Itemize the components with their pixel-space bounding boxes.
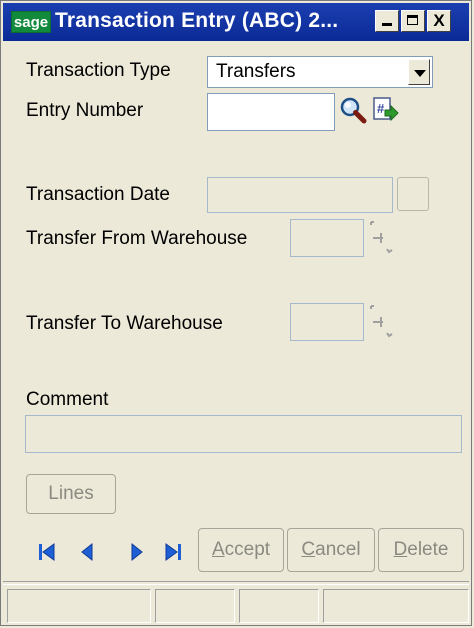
- transaction-entry-window: sage Transaction Entry (ABC) 2... X Tran…: [0, 0, 472, 626]
- maximize-button[interactable]: [401, 10, 425, 32]
- from-warehouse-field[interactable]: [290, 219, 364, 257]
- cancel-rest: ancel: [315, 539, 361, 560]
- lines-button[interactable]: Lines: [26, 474, 116, 514]
- comment-label: Comment: [26, 389, 109, 410]
- window-title: Transaction Entry (ABC) 2...: [55, 9, 339, 32]
- comment-field[interactable]: [25, 415, 462, 453]
- next-number-icon[interactable]: #: [371, 96, 399, 124]
- delete-rest: elete: [407, 539, 449, 560]
- cancel-hotkey: C: [301, 539, 316, 560]
- calendar-button-icon[interactable]: [397, 177, 429, 211]
- next-record-icon[interactable]: [125, 541, 149, 563]
- transaction-type-select[interactable]: Transfers: [207, 56, 433, 88]
- status-panel: [239, 589, 319, 623]
- minimize-button[interactable]: [375, 10, 399, 32]
- lookup-icon[interactable]: [367, 303, 397, 341]
- transaction-type-value: Transfers: [216, 61, 296, 82]
- close-icon: X: [433, 11, 445, 30]
- sage-logo: sage: [11, 11, 51, 33]
- entry-number-label: Entry Number: [26, 100, 144, 121]
- svg-text:#: #: [377, 101, 385, 116]
- status-panel: [155, 589, 235, 623]
- delete-button[interactable]: Delete: [378, 528, 464, 572]
- cancel-button[interactable]: Cancel: [287, 528, 375, 572]
- entry-number-field[interactable]: [207, 93, 335, 131]
- chevron-down-icon[interactable]: [408, 59, 430, 85]
- status-panel: [7, 589, 151, 623]
- to-warehouse-label: Transfer To Warehouse: [26, 313, 223, 334]
- accept-hotkey: A: [211, 539, 225, 560]
- lookup-icon[interactable]: [367, 219, 397, 257]
- close-button[interactable]: X: [427, 10, 451, 32]
- delete-hotkey: D: [393, 539, 408, 560]
- to-warehouse-field[interactable]: [290, 303, 364, 341]
- transaction-type-label: Transaction Type: [26, 60, 171, 81]
- last-record-icon[interactable]: [161, 541, 185, 563]
- transaction-date-label: Transaction Date: [26, 184, 170, 205]
- from-warehouse-label: Transfer From Warehouse: [26, 228, 248, 249]
- title-bar[interactable]: sage Transaction Entry (ABC) 2... X: [3, 3, 469, 41]
- search-icon[interactable]: [339, 96, 367, 124]
- previous-record-icon[interactable]: [76, 541, 100, 563]
- accept-rest: ccept: [224, 539, 271, 560]
- first-record-icon[interactable]: [36, 541, 60, 563]
- transaction-date-field[interactable]: [207, 177, 393, 213]
- status-panel: [323, 589, 469, 623]
- status-bar: [3, 585, 469, 625]
- accept-button[interactable]: Accept: [198, 528, 284, 572]
